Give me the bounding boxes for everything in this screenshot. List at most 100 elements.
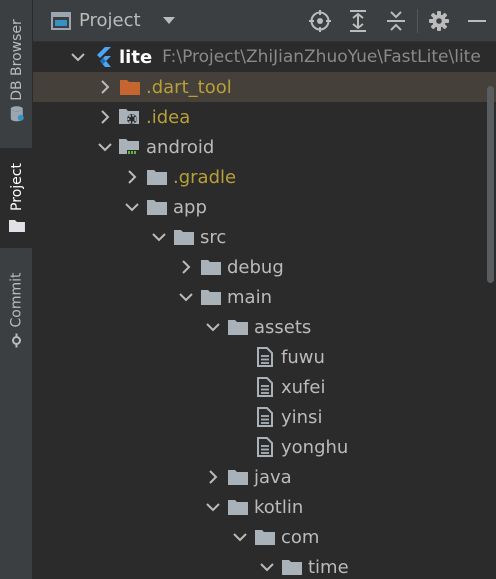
tree-item-label: main <box>227 286 272 308</box>
text-file-icon <box>254 342 276 372</box>
tree-item-label: .gradle <box>173 166 237 188</box>
tree-item-label: kotlin <box>254 496 304 518</box>
tree-row-gradle[interactable]: .gradle <box>33 162 496 192</box>
project-tree[interactable]: lite F:\Project\ZhiJianZhuoYue\FastLite\l… <box>33 42 496 579</box>
header-actions <box>301 0 496 42</box>
folder-icon <box>8 218 25 232</box>
text-file-icon <box>254 372 276 402</box>
chevron-down-icon[interactable] <box>258 552 276 579</box>
folder-icon <box>200 282 222 312</box>
chevron-down-icon[interactable] <box>150 222 168 252</box>
chevron-right-icon[interactable] <box>96 72 114 102</box>
tree-row-lite[interactable]: lite F:\Project\ZhiJianZhuoYue\FastLite\l… <box>33 42 496 72</box>
chevron-right-icon[interactable] <box>96 102 114 132</box>
chevron-down-icon[interactable] <box>231 522 249 552</box>
tree-row-com[interactable]: com <box>33 522 496 552</box>
tree-item-label: assets <box>254 316 312 338</box>
module-path: F:\Project\ZhiJianZhuoYue\FastLite\lite <box>162 47 481 67</box>
tree-row-app[interactable]: app <box>33 192 496 222</box>
tab-project[interactable]: Project <box>0 148 33 248</box>
tree-item-label: android <box>146 136 215 158</box>
tree-item-label: src <box>200 226 227 248</box>
expand-all-icon <box>348 10 368 32</box>
tree-item-label: fuwu <box>281 346 325 368</box>
toolbar-separator <box>417 9 418 33</box>
folder-icon <box>200 252 222 282</box>
folder-icon <box>281 552 303 579</box>
folder-icon <box>227 462 249 492</box>
android-module-icon <box>119 132 141 162</box>
tree-scrollbar[interactable] <box>486 42 496 579</box>
tree-row-android[interactable]: android <box>33 132 496 162</box>
tree-item-label: xufei <box>281 376 326 398</box>
folder-icon <box>227 312 249 342</box>
view-selector-label: Project <box>79 10 141 31</box>
settings-gear-icon <box>429 11 449 31</box>
tree-row-time[interactable]: time <box>33 552 496 579</box>
chevron-down-icon <box>162 16 175 25</box>
tree-row-fuwu[interactable]: fuwu <box>33 342 496 372</box>
text-file-icon <box>254 402 276 432</box>
locate-target-icon <box>309 10 331 32</box>
tree-item-label: java <box>254 466 292 488</box>
tree-row-idea[interactable]: .idea <box>33 102 496 132</box>
chevron-down-icon[interactable] <box>123 192 141 222</box>
collapse-all-icon <box>386 10 406 32</box>
chevron-down-icon[interactable] <box>96 132 114 162</box>
hide-minimize-icon <box>468 19 486 23</box>
database-icon <box>10 106 24 122</box>
chevron-down-icon[interactable] <box>177 282 195 312</box>
tab-db-browser[interactable]: DB Browser <box>0 0 33 140</box>
folder-icon <box>254 522 276 552</box>
project-view-selector[interactable]: Project <box>51 6 175 36</box>
tree-row-kotlin[interactable]: kotlin <box>33 492 496 522</box>
chevron-down-icon[interactable] <box>204 312 222 342</box>
folder-icon <box>227 492 249 522</box>
commit-icon <box>10 333 24 348</box>
folder-icon <box>173 222 195 252</box>
tree-row-main[interactable]: main <box>33 282 496 312</box>
text-file-icon <box>254 432 276 462</box>
left-tool-stripe: DB Browser Project Commit <box>0 0 33 579</box>
settings-button[interactable] <box>420 0 458 42</box>
hide-button[interactable] <box>458 0 496 42</box>
chevron-right-icon[interactable] <box>123 162 141 192</box>
folder-icon <box>146 192 168 222</box>
scrollbar-thumb[interactable] <box>487 86 494 283</box>
tree-item-label: app <box>173 196 207 218</box>
tree-row-xufei[interactable]: xufei <box>33 372 496 402</box>
tree-item-label: yonghu <box>281 436 349 458</box>
tree-row-darttool[interactable]: .dart_tool <box>33 72 496 102</box>
tree-row-java[interactable]: java <box>33 462 496 492</box>
tab-project-label: Project <box>8 163 25 211</box>
chevron-down-icon[interactable] <box>204 492 222 522</box>
tab-db-browser-label: DB Browser <box>8 19 25 101</box>
tree-row-yonghu[interactable]: yonghu <box>33 432 496 462</box>
tree-item-label: debug <box>227 256 284 278</box>
tool-window-header: Project <box>33 0 496 42</box>
tree-row-assets[interactable]: assets <box>33 312 496 342</box>
tree-item-label: .idea <box>146 106 191 128</box>
tree-row-src[interactable]: src <box>33 222 496 252</box>
tab-commit-label: Commit <box>8 272 25 328</box>
excluded-folder-icon <box>119 72 141 102</box>
tree-row-debug[interactable]: debug <box>33 252 496 282</box>
chevron-right-icon[interactable] <box>177 252 195 282</box>
tree-item-label: yinsi <box>281 406 323 428</box>
chevron-down-icon[interactable] <box>69 42 87 72</box>
flutter-icon <box>92 42 114 72</box>
project-window-icon <box>51 11 71 30</box>
folder-icon <box>146 162 168 192</box>
project-tool-window: DB Browser Project Commit Project lite F… <box>0 0 496 579</box>
tree-item-label: time <box>308 556 349 578</box>
chevron-right-icon[interactable] <box>204 462 222 492</box>
expand-all-button[interactable] <box>339 0 377 42</box>
locate-target-button[interactable] <box>301 0 339 42</box>
tree-item-label: com <box>281 526 320 548</box>
tree-row-yinsi[interactable]: yinsi <box>33 402 496 432</box>
tree-item-label: .dart_tool <box>146 76 232 98</box>
collapse-all-button[interactable] <box>377 0 415 42</box>
settings-folder-icon <box>119 102 141 132</box>
tab-commit[interactable]: Commit <box>0 262 33 358</box>
tree-item-label: lite <box>119 46 153 68</box>
